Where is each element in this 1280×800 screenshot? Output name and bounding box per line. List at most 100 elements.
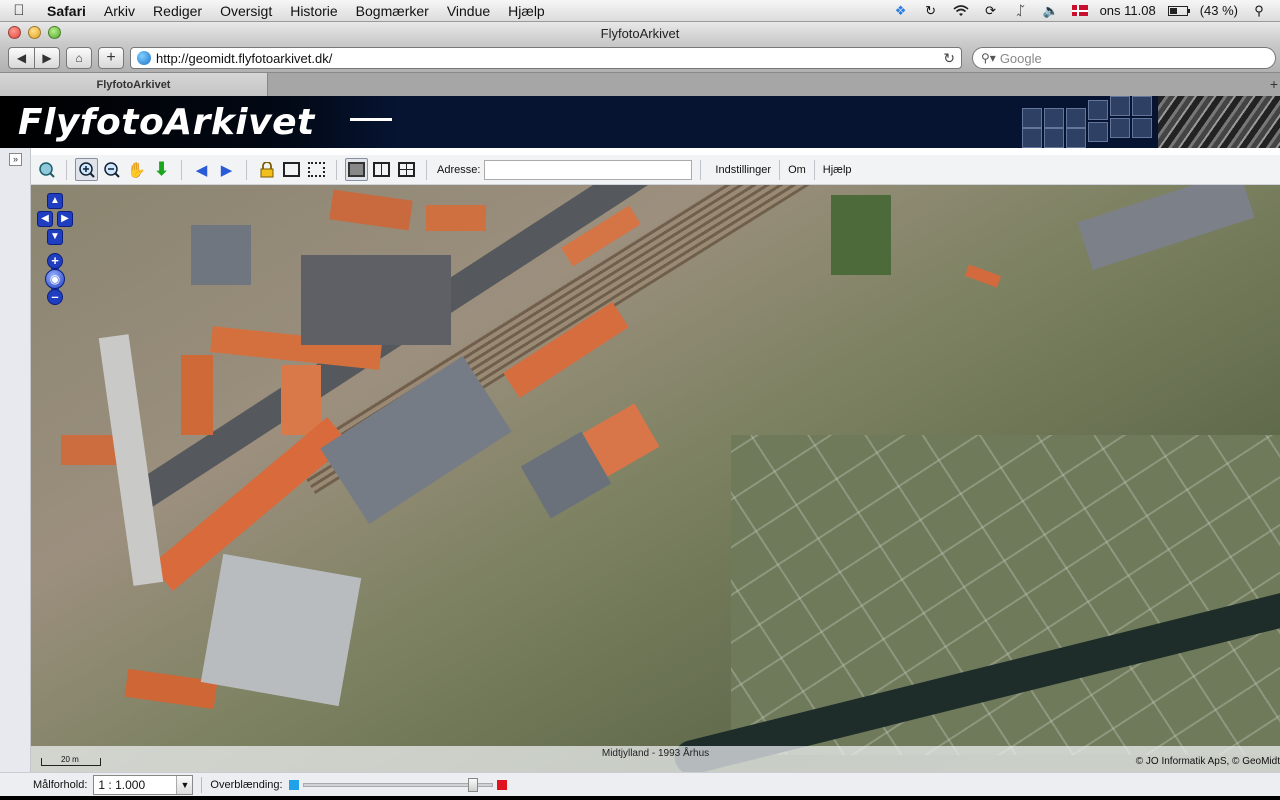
- help-link[interactable]: Hjælp: [817, 164, 858, 176]
- single-view-icon[interactable]: [345, 158, 368, 181]
- browser-toolbar: ◀ ▶ ⌂ + http://geomidt.flyfotoarkivet.dk…: [0, 44, 1280, 72]
- home-button[interactable]: ⌂: [66, 47, 92, 69]
- toolbar-separator: [779, 159, 781, 180]
- logo-underline: [350, 118, 392, 121]
- reload-icon[interactable]: ↻: [943, 50, 955, 67]
- history-buttons: ◀ ▶: [8, 47, 60, 69]
- blend-slider[interactable]: [288, 777, 507, 792]
- new-tab-icon[interactable]: +: [1270, 76, 1278, 92]
- dropbox-icon[interactable]: ❖: [892, 3, 910, 19]
- zoom-out-icon[interactable]: [100, 158, 123, 181]
- window-title: FlyfotoArkivet: [600, 25, 680, 41]
- time-machine-icon[interactable]: ↻: [922, 3, 940, 19]
- blend-label: Overblænding:: [210, 778, 283, 791]
- overview-globe-icon[interactable]: [35, 158, 58, 181]
- banner-tile-mosaic: [1022, 96, 1162, 148]
- map-zoom-in-button[interactable]: +: [47, 253, 63, 269]
- menu-app-safari[interactable]: Safari: [38, 3, 95, 19]
- map-bottom-bar: Målforhold: 1 : 1.000 ▼ Overblænding:: [0, 772, 1280, 796]
- tab-title: FlyfotoArkivet: [96, 78, 171, 91]
- zoom-window-button[interactable]: [48, 26, 61, 39]
- lock-icon[interactable]: [255, 158, 278, 181]
- site-logo[interactable]: FlyfotoArkivet: [0, 96, 400, 148]
- select-area-icon[interactable]: [305, 158, 328, 181]
- download-arrow-icon[interactable]: ⬇: [150, 158, 173, 181]
- search-icon: ⚲▾: [981, 51, 996, 65]
- toolbar-separator: [336, 159, 337, 180]
- menu-historie[interactable]: Historie: [281, 3, 346, 19]
- aerial-map-view[interactable]: ▲ ◀ ▶ ▼ + ◉ – 20 m Midtjylland - 1993 År…: [31, 185, 1280, 772]
- menu-hjaelp[interactable]: Hjælp: [499, 3, 554, 19]
- blend-slider-thumb[interactable]: [467, 777, 478, 792]
- scale-ratio-value: 1 : 1.000: [98, 777, 146, 792]
- address-label: Adresse:: [437, 163, 481, 176]
- map-zoom-out-button[interactable]: –: [47, 289, 63, 305]
- menubar-clock[interactable]: ons 11.08: [1100, 3, 1156, 18]
- apple-menu-icon[interactable]: : [0, 2, 38, 19]
- url-field[interactable]: http://geomidt.flyfotoarkivet.dk/ ↻: [130, 47, 962, 69]
- volume-icon[interactable]: 🔈: [1042, 3, 1060, 19]
- battery-icon[interactable]: [1167, 5, 1190, 16]
- menu-oversigt[interactable]: Oversigt: [211, 3, 281, 19]
- menubar-status-area: ❖ ↻ ⟳ ᛢ 🔈 ons 11.08 (43 %) ⚲: [892, 3, 1280, 19]
- building-roof: [426, 205, 486, 231]
- back-button[interactable]: ◀: [8, 47, 34, 69]
- quad-view-icon[interactable]: [395, 158, 418, 181]
- zoom-world-globe-icon[interactable]: ◉: [45, 269, 65, 289]
- bottombar-separator: [201, 776, 203, 793]
- window-titlebar: FlyfotoArkivet: [0, 22, 1280, 44]
- chevron-down-icon[interactable]: ▼: [176, 775, 193, 794]
- browser-search-input[interactable]: ⚲▾ Google: [972, 47, 1276, 69]
- forward-button[interactable]: ▶: [34, 47, 60, 69]
- pan-hand-icon[interactable]: ✋: [125, 158, 148, 181]
- menu-bogmaerker[interactable]: Bogmærker: [347, 3, 438, 19]
- pan-up-button[interactable]: ▲: [47, 193, 63, 209]
- allotment-gardens-area: [731, 435, 1280, 755]
- about-link[interactable]: Om: [782, 164, 812, 176]
- map-application: » ✋ ⬇ ◀ ▶ Adresse: Indstillinger Om Hjæl…: [0, 148, 1280, 772]
- toolbar-separator: [813, 159, 815, 180]
- spotlight-search-icon[interactable]: ⚲: [1250, 3, 1268, 19]
- pan-right-button[interactable]: ▶: [57, 211, 73, 227]
- tab-bar: FlyfotoArkivet +: [0, 72, 1280, 96]
- search-placeholder: Google: [999, 50, 1042, 66]
- toolbar-separator: [700, 159, 702, 180]
- window-controls: [8, 26, 61, 39]
- pan-left-button[interactable]: ◀: [37, 211, 53, 227]
- map-copyright: © JO Informatik ApS, © GeoMidt: [1135, 756, 1280, 767]
- expand-panel-button[interactable]: »: [9, 153, 22, 166]
- split-view-icon[interactable]: [370, 158, 393, 181]
- menu-rediger[interactable]: Rediger: [144, 3, 211, 19]
- toolbar-separator: [426, 159, 427, 180]
- minimize-window-button[interactable]: [28, 26, 41, 39]
- close-window-button[interactable]: [8, 26, 21, 39]
- side-panel-collapsed: »: [0, 148, 31, 772]
- zoom-in-icon[interactable]: [75, 158, 98, 181]
- scale-ratio-select[interactable]: 1 : 1.000 ▼: [93, 774, 194, 795]
- logo-text: FlyfotoArkivet: [18, 101, 315, 143]
- menu-vindue[interactable]: Vindue: [438, 3, 499, 19]
- danish-flag-input-icon[interactable]: [1071, 5, 1088, 16]
- sync-icon[interactable]: ⟳: [982, 3, 1000, 19]
- menu-arkiv[interactable]: Arkiv: [95, 3, 144, 19]
- bluetooth-icon[interactable]: ᛢ: [1012, 3, 1030, 19]
- screen-bottom-edge: [0, 796, 1280, 800]
- url-text[interactable]: http://geomidt.flyfotoarkivet.dk/: [156, 51, 943, 66]
- blend-slider-track[interactable]: [302, 777, 493, 792]
- address-input[interactable]: [484, 159, 693, 180]
- settings-link[interactable]: Indstillinger: [709, 164, 777, 176]
- blend-slider-min-marker: [288, 779, 299, 790]
- map-navigation-control: ▲ ◀ ▶ ▼ + ◉ –: [37, 193, 73, 305]
- full-extent-icon[interactable]: [280, 158, 303, 181]
- next-view-icon[interactable]: ▶: [215, 158, 238, 181]
- building-roof: [281, 365, 321, 435]
- parking-lot: [301, 255, 451, 345]
- wifi-icon[interactable]: [952, 3, 970, 19]
- add-bookmark-button[interactable]: +: [98, 47, 124, 69]
- tab-flyfotoarkivet[interactable]: FlyfotoArkivet: [0, 73, 268, 96]
- building-roof: [964, 264, 1002, 288]
- shopping-centre-roof: [200, 553, 362, 707]
- pan-down-button[interactable]: ▼: [47, 229, 63, 245]
- previous-view-icon[interactable]: ◀: [190, 158, 213, 181]
- toolbar-separator: [246, 159, 247, 180]
